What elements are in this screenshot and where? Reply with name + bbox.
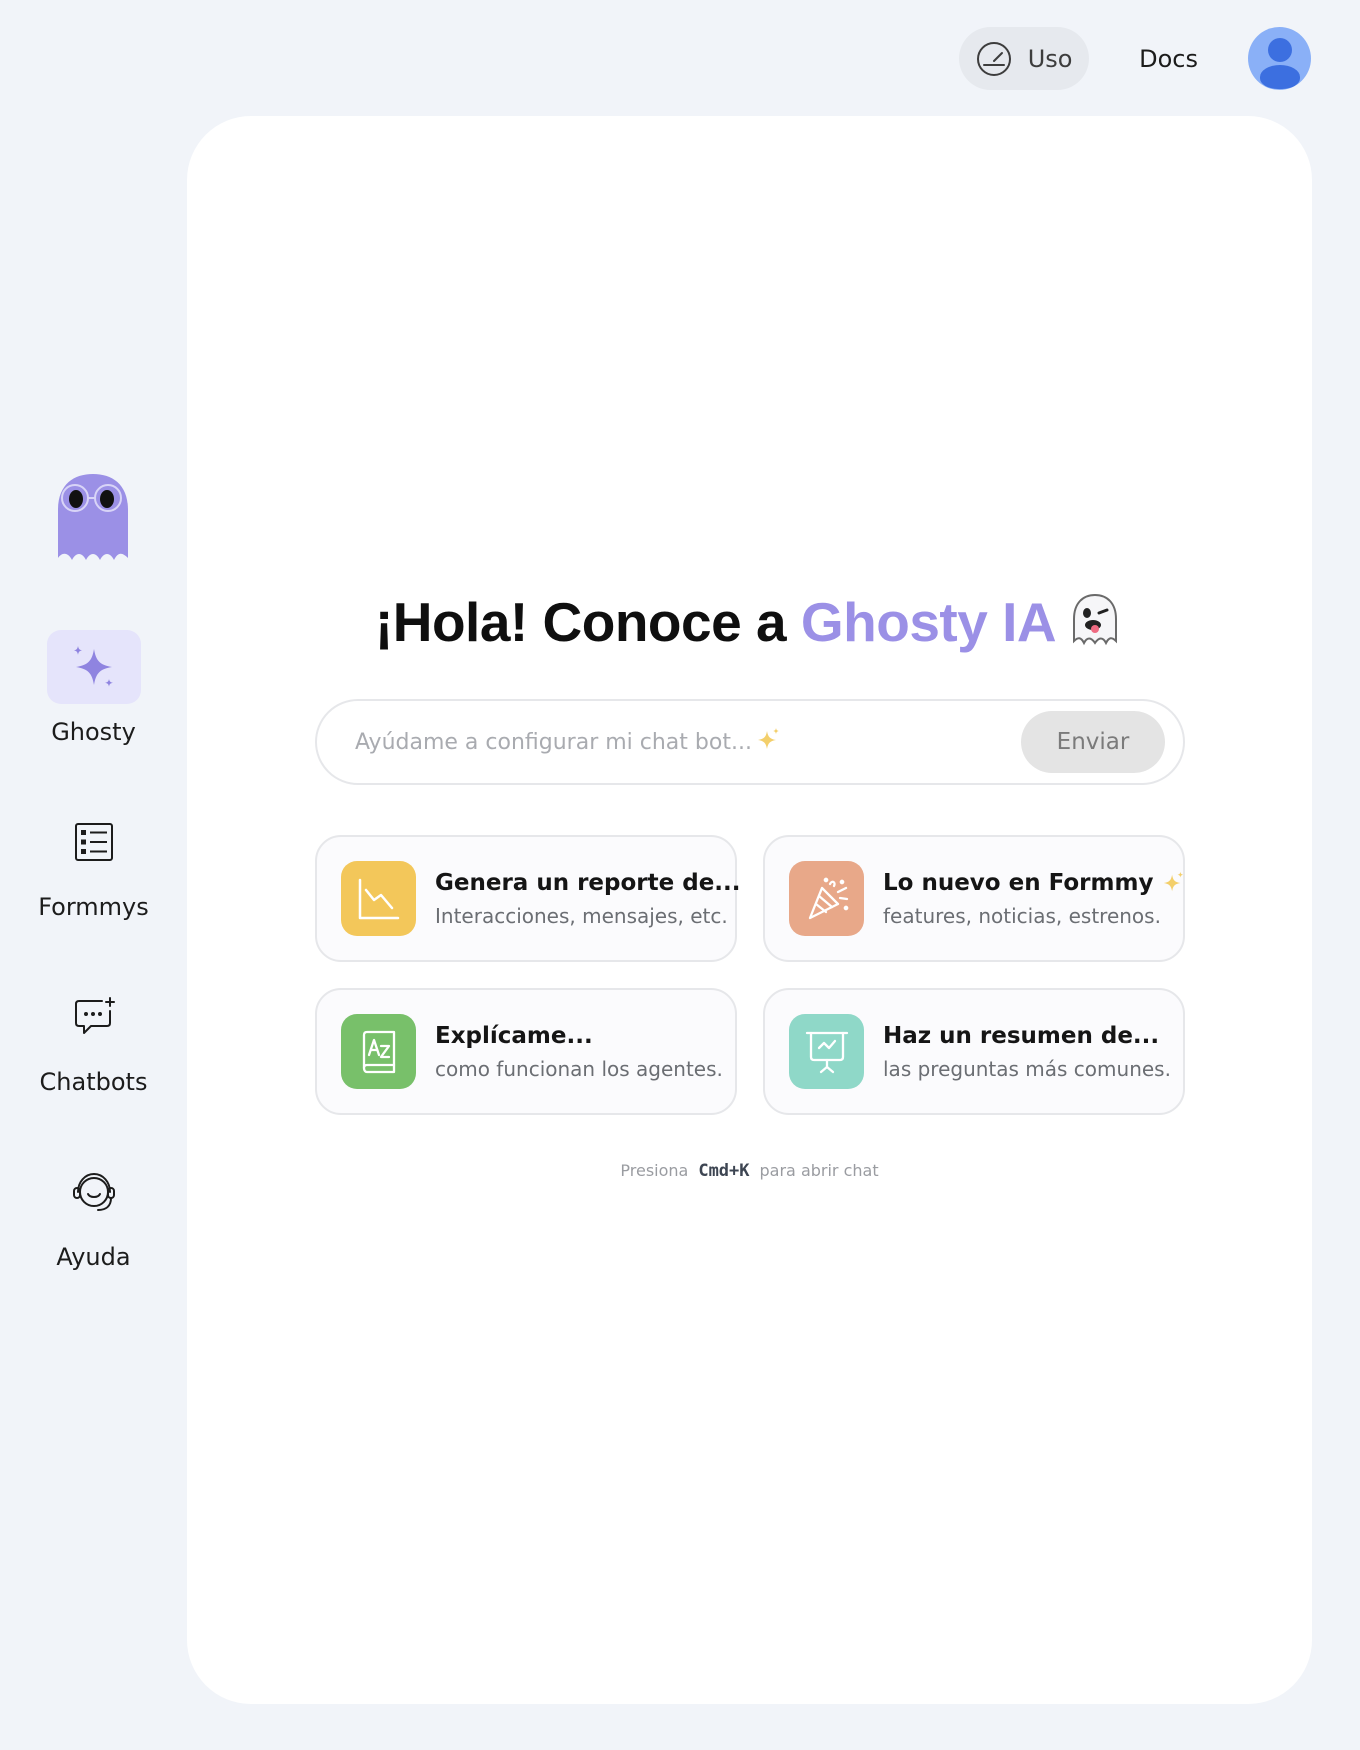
- sidebar-item-ghosty[interactable]: Ghosty: [0, 630, 187, 746]
- sidebar-item-label: Ayuda: [56, 1243, 131, 1271]
- ghost-mascot-icon: [52, 470, 134, 568]
- party-popper-icon: [789, 861, 864, 936]
- suggestion-card-summary[interactable]: Haz un resumen de... las preguntas más c…: [763, 988, 1185, 1115]
- sidebar: Ghosty Formmys Chatbots Ayuda: [0, 0, 187, 1750]
- top-bar: Uso Docs: [959, 27, 1311, 90]
- card-title: Lo nuevo en Formmy: [883, 869, 1154, 896]
- sparkles-icon: [1164, 871, 1184, 891]
- suggestion-card-explain[interactable]: Explícame... como funcionan los agentes.: [315, 988, 737, 1115]
- sparkle-icon: [46, 630, 141, 704]
- send-button[interactable]: Enviar: [1021, 711, 1165, 773]
- sidebar-item-formmys[interactable]: Formmys: [0, 805, 187, 921]
- sidebar-item-label: Formmys: [38, 893, 149, 921]
- usage-label: Uso: [1027, 44, 1073, 73]
- gauge-icon: [976, 41, 1012, 77]
- avatar-body: [1260, 65, 1300, 89]
- chart-icon: [341, 861, 416, 936]
- card-title: Genera un reporte de...: [435, 869, 741, 896]
- headset-icon: [47, 1155, 141, 1229]
- headline-accent: Ghosty IA: [800, 591, 1057, 653]
- chat-bubble-icon: [47, 980, 141, 1054]
- keyboard-hint: Presiona Cmd+K para abrir chat: [187, 1161, 1312, 1181]
- suggestion-card-news[interactable]: Lo nuevo en Formmy features, noticias, e…: [763, 835, 1185, 962]
- usage-button[interactable]: Uso: [959, 27, 1090, 90]
- card-title-row: Lo nuevo en Formmy: [883, 870, 1185, 896]
- sparkles-icon: [755, 727, 781, 753]
- avatar-head: [1268, 38, 1292, 62]
- card-subtitle: features, noticias, estrenos.: [883, 903, 1161, 928]
- page-title: ¡Hola! Conoce a Ghosty IA: [187, 590, 1312, 654]
- suggestion-card-report[interactable]: Genera un reporte de... Interacciones, m…: [315, 835, 741, 962]
- shortcut-key: Cmd+K: [698, 1161, 750, 1181]
- main-panel: ¡Hola! Conoce a Ghosty IA Enviar: [187, 116, 1312, 1704]
- sidebar-item-label: Ghosty: [51, 718, 136, 746]
- headline-prefix: ¡Hola! Conoce a: [374, 591, 801, 653]
- dictionary-icon: [341, 1014, 416, 1089]
- suggestion-cards: Genera un reporte de... Interacciones, m…: [315, 835, 1185, 1115]
- card-subtitle: Interacciones, mensajes, etc.: [435, 903, 728, 928]
- card-subtitle: como funcionan los agentes.: [435, 1056, 723, 1081]
- card-title: Haz un resumen de...: [883, 1022, 1160, 1049]
- hint-text-after: para abrir chat: [759, 1161, 879, 1180]
- list-form-icon: [47, 805, 141, 879]
- sidebar-item-chatbots[interactable]: Chatbots: [0, 980, 187, 1096]
- hint-text-before: Presiona: [620, 1161, 689, 1180]
- sidebar-item-ayuda[interactable]: Ayuda: [0, 1155, 187, 1271]
- presentation-icon: [789, 1014, 864, 1089]
- card-subtitle: las preguntas más comunes.: [883, 1056, 1171, 1081]
- card-title: Explícame...: [435, 1022, 593, 1049]
- prompt-input[interactable]: [353, 728, 1021, 756]
- docs-link[interactable]: Docs: [1139, 45, 1198, 73]
- ghost-emoji-icon: [1066, 591, 1124, 649]
- user-avatar[interactable]: [1248, 27, 1311, 90]
- sidebar-item-label: Chatbots: [39, 1068, 148, 1096]
- prompt-box: Enviar: [315, 699, 1185, 785]
